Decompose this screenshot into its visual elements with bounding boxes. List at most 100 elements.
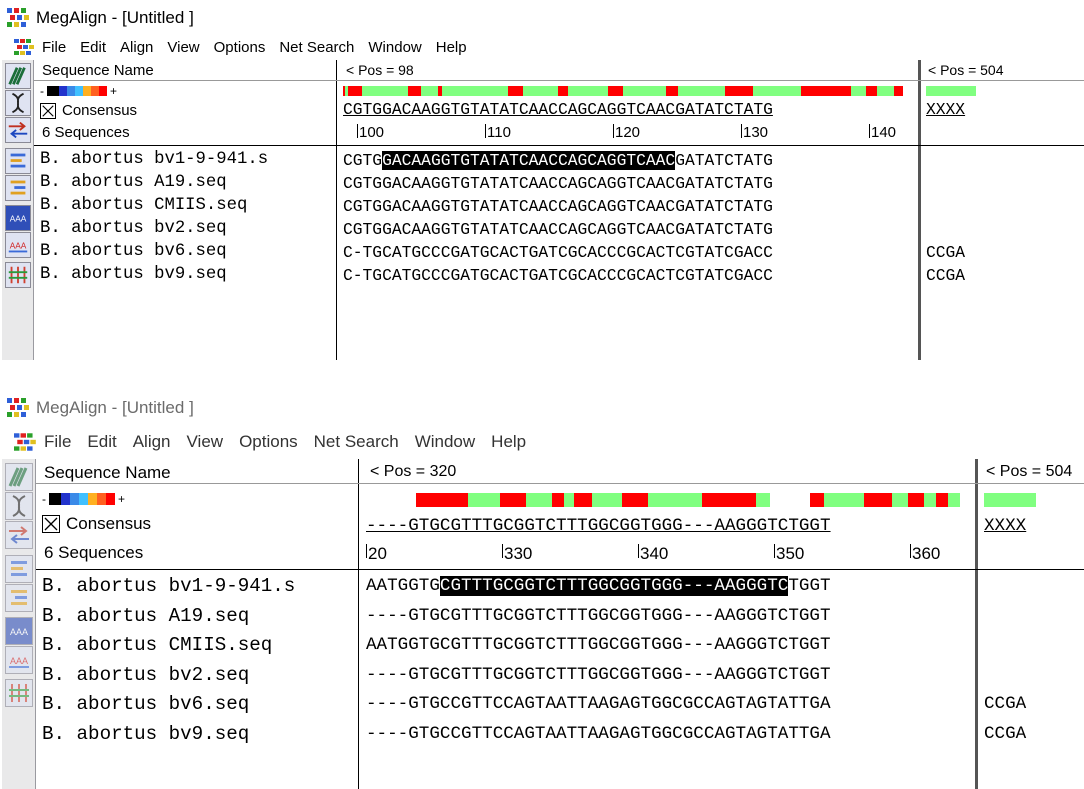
consensus-checkbox[interactable] — [40, 103, 56, 119]
sequence-name-row[interactable]: B. abortus bv9.seq — [42, 723, 249, 745]
sequence-name-row[interactable]: B. abortus A19.seq — [42, 605, 249, 627]
sequence-row[interactable]: ----GTGCGTTTGCGGTCTTTGGCGGTGGG---AAGGGTC… — [366, 606, 831, 626]
sequence-text: ----GTGCGTTTGCGGTCTTTGGCGGTGGG---AAGGGTC… — [366, 605, 831, 626]
aaa-red-icon[interactable]: AAA — [4, 646, 33, 674]
sequence-row[interactable]: CGTGGACAAGGTGTATATCAACCAGCAGGTCAACGATATC… — [343, 197, 773, 216]
sequence-row-right[interactable]: CCGA — [984, 724, 1026, 744]
menu-net-search[interactable]: Net Search — [314, 432, 399, 452]
sequence-row[interactable]: C-TGCATGCCCGATGCACTGATCGCACCCGCACTCGTATC… — [343, 266, 773, 285]
menu-edit[interactable]: Edit — [80, 39, 106, 56]
sequence-name-row[interactable]: B. abortus A19.seq — [40, 173, 227, 192]
selected-region[interactable]: GACAAGGTGTATATCAACCAGCAGGTCAAC — [382, 151, 676, 170]
conserved-region — [348, 86, 362, 96]
sequence-row[interactable]: ----GTGCCGTTCCAGTAATTAAGAGTGGCGCCAGTAGTA… — [366, 694, 831, 714]
ruler-tick — [613, 124, 614, 138]
sequence-row-right[interactable]: CCGA — [926, 266, 965, 285]
conserved-region — [608, 86, 623, 96]
menu-align[interactable]: Align — [133, 432, 171, 452]
menu-help[interactable]: Help — [436, 39, 467, 56]
pane-divider-2[interactable] — [918, 60, 921, 360]
sequence-text: AATGGTGCGTTTGCGGTCTTTGGCGGTGGG---AAGGGTC… — [366, 635, 831, 656]
megalign-logo-icon — [6, 396, 32, 420]
legend-plus: + — [118, 492, 126, 506]
sequence-row[interactable]: ----GTGCCGTTCCAGTAATTAAGAGTGGCGCCAGTAGTA… — [366, 724, 831, 744]
sequence-row[interactable]: AATGGTGCGTTTGCGGTCTTTGGCGGTGGG---AAGGGTC… — [366, 635, 831, 655]
pos-header-right[interactable]: < Pos = 504 — [928, 62, 1004, 78]
conserved-region — [574, 493, 592, 507]
pos-header-right[interactable]: < Pos = 504 — [986, 463, 1072, 481]
pane-divider[interactable] — [358, 459, 359, 789]
sequence-name-row[interactable]: B. abortus bv1-9-941.s — [40, 150, 268, 169]
sequence-name-header[interactable]: Sequence Name — [44, 463, 171, 483]
sequence-name-row[interactable]: B. abortus bv2.seq — [42, 664, 249, 686]
consensus-sequence: ----GTGCGTTTGCGGTCTTTGGCGGTGGG---AAGGGTC… — [366, 516, 831, 536]
sequence-name-header[interactable]: Sequence Name — [42, 62, 154, 79]
ruler-label: 140 — [871, 124, 897, 141]
align-icon[interactable] — [4, 63, 31, 89]
pane-divider[interactable] — [336, 60, 337, 360]
sequence-name-row[interactable]: B. abortus CMIIS.seq — [42, 634, 272, 656]
conserved-region — [552, 493, 564, 507]
dna-icon[interactable] — [4, 90, 31, 116]
sequence-row[interactable]: CGTGGACAAGGTGTATATCAACCAGCAGGTCAACGATATC… — [343, 151, 773, 170]
sequence-row[interactable]: CGTGGACAAGGTGTATATCAACCAGCAGGTCAACGATATC… — [343, 174, 773, 193]
align-icon[interactable] — [4, 463, 33, 491]
aaa-red-icon[interactable]: AAA — [4, 232, 31, 258]
menu-options[interactable]: Options — [239, 432, 298, 452]
menu-view[interactable]: View — [187, 432, 224, 452]
menu-window[interactable]: Window — [368, 39, 421, 56]
menu-file[interactable]: File — [42, 39, 66, 56]
menu-help[interactable]: Help — [491, 432, 526, 452]
sequence-name-row[interactable]: B. abortus CMIIS.seq — [40, 196, 247, 215]
grid-icon[interactable] — [4, 679, 33, 707]
sequence-text: C-TGCATGCCCGATGCACTGATCGCACCCGCACTCGTATC… — [343, 243, 773, 262]
sequence-row[interactable]: ----GTGCGTTTGCGGTCTTTGGCGGTGGG---AAGGGTC… — [366, 665, 831, 685]
aaa-blue-icon[interactable]: AAA — [4, 205, 31, 231]
sequence-row-right[interactable]: CCGA — [926, 243, 965, 262]
conserved-region — [810, 493, 824, 507]
menu-options[interactable]: Options — [214, 39, 266, 56]
arrows-icon[interactable] — [4, 521, 33, 549]
conservation-bar — [416, 493, 960, 507]
app-menu-icon[interactable] — [14, 38, 36, 56]
menu-edit[interactable]: Edit — [87, 432, 116, 452]
megalign-window-1: MegAlign - [Untitled ] File Edit Align V… — [0, 0, 1084, 360]
menu-net-search[interactable]: Net Search — [279, 39, 354, 56]
pane-divider-2[interactable] — [975, 459, 978, 789]
tree-down-icon[interactable] — [4, 175, 31, 201]
menu-file[interactable]: File — [44, 432, 71, 452]
sequence-name-row[interactable]: B. abortus bv6.seq — [42, 693, 249, 715]
tree-up-icon[interactable] — [4, 148, 31, 174]
consensus-rule — [36, 569, 1084, 570]
sequence-name-row[interactable]: B. abortus bv2.seq — [40, 219, 227, 238]
selected-region[interactable]: CGTTTGCGGTCTTTGGCGGTGGG---AAGGGTC — [439, 576, 789, 596]
aaa-blue-icon[interactable]: AAA — [4, 617, 33, 645]
ruler-tick — [366, 544, 367, 558]
ruler-label: 130 — [743, 124, 769, 141]
sequence-name-row[interactable]: B. abortus bv9.seq — [40, 265, 227, 284]
menu-align[interactable]: Align — [120, 39, 153, 56]
sequence-row[interactable]: AATGGTGCGTTTGCGGTCTTTGGCGGTGGG---AAGGGTC… — [366, 576, 831, 596]
sequence-row-right[interactable]: CCGA — [984, 694, 1026, 714]
grid-icon[interactable] — [4, 262, 31, 288]
sequence-name-row[interactable]: B. abortus bv1-9-941.s — [42, 575, 295, 597]
svg-text:AAA: AAA — [9, 214, 26, 224]
consensus-checkbox[interactable] — [42, 515, 60, 533]
menu-view[interactable]: View — [167, 39, 199, 56]
arrows-icon[interactable] — [4, 117, 31, 143]
conservation-bar-right — [984, 493, 1036, 507]
tree-up-icon[interactable] — [4, 555, 33, 583]
sequence-row[interactable]: CGTGGACAAGGTGTATATCAACCAGCAGGTCAACGATATC… — [343, 220, 773, 239]
pos-header[interactable]: < Pos = 320 — [370, 463, 456, 481]
sequence-name-row[interactable]: B. abortus bv6.seq — [40, 242, 227, 261]
tree-down-icon[interactable] — [4, 584, 33, 612]
app-menu-icon[interactable] — [14, 432, 38, 452]
dna-icon[interactable] — [4, 492, 33, 520]
pos-header[interactable]: < Pos = 98 — [346, 62, 414, 78]
menu-window[interactable]: Window — [415, 432, 475, 452]
ruler-tick — [485, 124, 486, 138]
consensus-rule — [34, 145, 1084, 146]
position-ruler: 20 330 340 350 360 — [366, 544, 960, 568]
sequence-row[interactable]: C-TGCATGCCCGATGCACTGATCGCACCCGCACTCGTATC… — [343, 243, 773, 262]
ruler-label: 350 — [776, 544, 805, 563]
